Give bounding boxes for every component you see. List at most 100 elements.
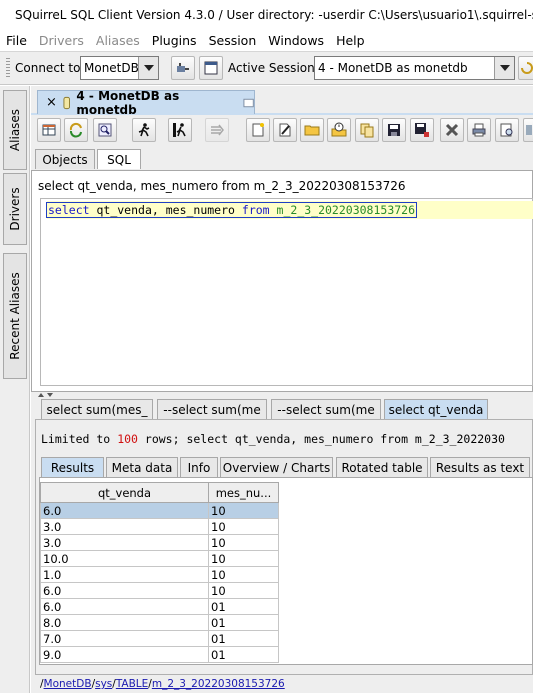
tab-meta-data-label: Meta data — [111, 460, 173, 475]
run-sql-button[interactable] — [37, 118, 61, 142]
menu-help[interactable]: Help — [330, 33, 371, 48]
table-row[interactable]: 6.0 10 — [40, 502, 279, 519]
refresh-button[interactable] — [64, 118, 88, 142]
chevron-down-icon[interactable] — [138, 57, 158, 79]
tab-info[interactable]: Info — [180, 457, 218, 477]
left-sidebar: Aliases Drivers Recent Aliases — [0, 86, 30, 693]
close-file-button[interactable] — [440, 118, 464, 142]
table-row[interactable]: 3.0 10 — [40, 534, 279, 551]
cancel-execution-button[interactable] — [205, 118, 229, 142]
table-cell[interactable]: 10 — [208, 550, 279, 567]
sql-keyword-from: from — [241, 203, 270, 217]
table-cell[interactable]: 10.0 — [40, 550, 209, 567]
append-file-button[interactable] — [355, 118, 379, 142]
table-cell[interactable]: 3.0 — [40, 518, 209, 535]
table-row[interactable]: 7.0 01 — [40, 630, 279, 647]
recent-files-button[interactable] — [327, 118, 351, 142]
table-cell[interactable]: 10 — [208, 566, 279, 583]
result-tab-3[interactable]: --select sum(me — [271, 399, 381, 420]
table-cell[interactable]: 01 — [208, 630, 279, 647]
result-summary: Limited to 100 rows; select qt_venda, me… — [41, 432, 505, 446]
path-link-table[interactable]: TABLE — [116, 678, 148, 690]
table-cell[interactable]: 6.0 — [40, 582, 209, 599]
table-row[interactable]: 3.0 10 — [40, 518, 279, 535]
floppy-disk-icon — [415, 123, 429, 137]
menu-aliases[interactable]: Aliases — [90, 33, 146, 48]
print-preview-button[interactable] — [495, 118, 519, 142]
tab-objects[interactable]: Objects — [35, 149, 95, 169]
connect-to-combo[interactable]: MonetDB — [80, 56, 159, 80]
execute-current-button[interactable] — [168, 118, 192, 142]
menu-plugins[interactable]: Plugins — [146, 33, 203, 48]
sql-editor[interactable] — [40, 198, 533, 386]
table-row[interactable]: 8.0 01 — [40, 614, 279, 631]
result-tab-4[interactable]: select qt_venda — [384, 399, 488, 420]
sidebar-tab-aliases[interactable]: Aliases — [3, 90, 27, 170]
splitter-arrows-icon[interactable] — [35, 391, 55, 398]
table-cell[interactable]: 10 — [208, 502, 279, 519]
open-file-button[interactable] — [300, 118, 324, 142]
table-cell[interactable]: 7.0 — [40, 630, 209, 647]
tab-overview-charts[interactable]: Overview / Charts — [220, 457, 333, 477]
tab-sql[interactable]: SQL — [97, 149, 141, 169]
tab-results-as-text[interactable]: Results as text — [430, 457, 530, 477]
save-as-button[interactable] — [410, 118, 434, 142]
save-button[interactable] — [382, 118, 406, 142]
print-button[interactable] — [467, 118, 491, 142]
result-tab-2[interactable]: --select sum(me — [157, 399, 267, 420]
execute-button[interactable] — [132, 118, 156, 142]
table-row[interactable]: 6.0 01 — [40, 598, 279, 615]
session-tab[interactable]: × 4 - MonetDB as monetdb — [37, 89, 255, 117]
table-cell[interactable]: 8.0 — [40, 614, 209, 631]
result-tab-1[interactable]: select sum(mes_ — [41, 399, 153, 420]
edit-file-button[interactable] — [273, 118, 297, 142]
more-tools-button[interactable] — [523, 118, 533, 142]
sidebar-tab-recent-aliases-label: Recent Aliases — [8, 272, 22, 360]
table-row[interactable]: 9.0 01 — [40, 646, 279, 663]
new-file-button[interactable] — [246, 118, 270, 142]
column-header-mes-numero[interactable]: mes_nu... — [208, 482, 279, 503]
table-row[interactable]: 6.0 10 — [40, 582, 279, 599]
column-header-qt-venda[interactable]: qt_venda — [40, 482, 209, 503]
table-cell[interactable]: 10 — [208, 534, 279, 551]
chevron-down-icon[interactable] — [494, 57, 514, 79]
find-button[interactable] — [93, 118, 117, 142]
refresh-session-button[interactable] — [518, 56, 533, 80]
table-cell[interactable]: 01 — [208, 646, 279, 663]
table-cell[interactable]: 10 — [208, 518, 279, 535]
table-cell[interactable]: 6.0 — [40, 598, 209, 615]
path-link-table-name[interactable]: m_2_3_20220308153726 — [152, 678, 285, 690]
tab-results[interactable]: Results — [41, 457, 104, 477]
table-cell[interactable]: 10 — [208, 582, 279, 599]
tab-objects-label: Objects — [42, 152, 88, 167]
results-table[interactable]: qt_venda mes_nu... 6.0 10 3.0 10 3.0 10 10.… — [40, 482, 279, 663]
path-link-monetdb[interactable]: MonetDB — [44, 678, 92, 690]
table-cell[interactable]: 01 — [208, 598, 279, 615]
table-cell[interactable]: 6.0 — [40, 502, 209, 519]
sql-table-name: m_2_3_20220308153726 — [276, 203, 416, 217]
path-link-sys[interactable]: sys — [95, 678, 112, 690]
menu-drivers[interactable]: Drivers — [33, 33, 90, 48]
table-cell[interactable]: 1.0 — [40, 566, 209, 583]
new-session-button[interactable] — [171, 56, 195, 80]
tab-meta-data[interactable]: Meta data — [106, 457, 178, 477]
table-row[interactable]: 1.0 10 — [40, 566, 279, 583]
sidebar-tab-drivers-label: Drivers — [8, 187, 22, 231]
sidebar-tab-drivers[interactable]: Drivers — [3, 173, 27, 245]
table-cell[interactable]: 3.0 — [40, 534, 209, 551]
tab-rotated-table[interactable]: Rotated table — [336, 457, 428, 477]
session-properties-button[interactable] — [199, 56, 223, 80]
active-session-combo[interactable]: 4 - MonetDB as monetdb — [314, 56, 515, 80]
close-icon[interactable]: × — [46, 95, 57, 110]
menu-file[interactable]: File — [0, 33, 33, 48]
table-row[interactable]: 10.0 10 — [40, 550, 279, 567]
window-restore-icon[interactable] — [243, 98, 254, 108]
toolbar-grip[interactable] — [6, 58, 10, 79]
table-cell[interactable]: 9.0 — [40, 646, 209, 663]
menu-windows[interactable]: Windows — [262, 33, 330, 48]
sql-statement[interactable]: select qt_venda, mes_numero from m_2_3_2… — [46, 202, 418, 218]
table-cell[interactable]: 01 — [208, 614, 279, 631]
splitter[interactable] — [35, 387, 533, 397]
sidebar-tab-recent-aliases[interactable]: Recent Aliases — [3, 253, 27, 379]
menu-session[interactable]: Session — [203, 33, 263, 48]
